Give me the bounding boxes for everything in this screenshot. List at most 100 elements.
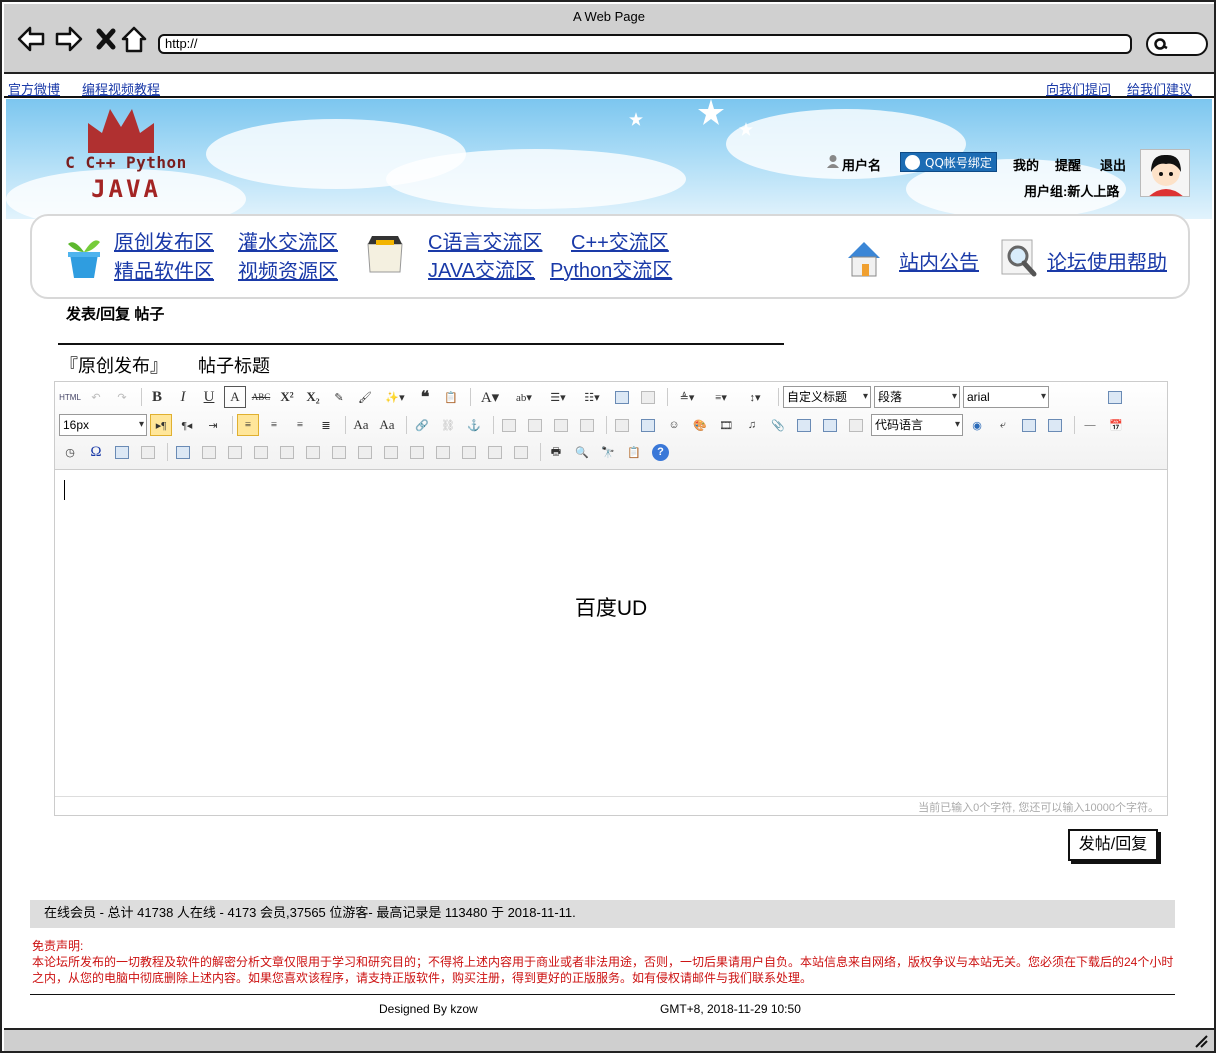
delete-row-icon[interactable]	[276, 441, 298, 463]
post-subject-label[interactable]: 帖子标题	[198, 352, 270, 378]
forward-arrow-icon[interactable]	[54, 24, 84, 54]
simple-upload-icon[interactable]	[611, 414, 633, 436]
merge-right-icon[interactable]	[380, 441, 402, 463]
subscript-icon[interactable]: X₂	[302, 386, 324, 408]
row-spacing-top-icon[interactable]: ≜▾	[672, 386, 702, 408]
background-color-icon[interactable]: ab▾	[509, 386, 539, 408]
merge-cells-icon[interactable]	[354, 441, 376, 463]
help-icon[interactable]: ?	[652, 443, 669, 461]
superscript-icon[interactable]: X²	[276, 386, 298, 408]
username-link[interactable]: 用户名	[842, 155, 881, 174]
line-height-icon[interactable]: ↕▾	[740, 386, 770, 408]
fullscreen-icon[interactable]	[1104, 386, 1126, 408]
page-break-icon[interactable]: ⤶	[992, 414, 1014, 436]
link-video-tutorials[interactable]: 编程视频教程	[82, 79, 160, 98]
bold-icon[interactable]: B	[146, 386, 168, 408]
time-icon[interactable]: ◷	[59, 441, 81, 463]
to-lowercase-icon[interactable]: Aa	[376, 414, 398, 436]
special-chars-icon[interactable]: Ω	[85, 441, 107, 463]
nav-cpp-forum[interactable]: C++交流区	[571, 226, 669, 255]
blockquote-icon[interactable]: ❝	[414, 386, 436, 408]
stop-icon[interactable]	[92, 24, 122, 54]
row-spacing-bottom-icon[interactable]: ≡▾	[706, 386, 736, 408]
insert-table-icon[interactable]	[172, 441, 194, 463]
insert-col-icon[interactable]	[302, 441, 324, 463]
select-all-icon[interactable]	[611, 386, 633, 408]
nav-java-forum[interactable]: JAVA交流区	[428, 254, 535, 283]
browser-search-box[interactable]	[1146, 32, 1208, 56]
image-right-icon[interactable]	[550, 414, 572, 436]
insert-row-icon[interactable]	[250, 441, 272, 463]
font-size-select[interactable]: 16px	[59, 414, 147, 436]
font-family-select[interactable]: arial	[963, 386, 1049, 408]
nav-announcements[interactable]: 站内公告	[899, 246, 979, 275]
site-logo[interactable]: C C++ Python JAVA	[56, 107, 206, 207]
insert-image-icon[interactable]	[637, 414, 659, 436]
home-icon[interactable]	[119, 24, 149, 54]
logout-link[interactable]: 退出	[1100, 155, 1126, 174]
unordered-list-icon[interactable]: ☷▾	[577, 386, 607, 408]
title-style-select[interactable]: 自定义标题	[783, 386, 871, 408]
qq-bind-button[interactable]: QQ帐号绑定	[900, 152, 997, 172]
horizontal-rule-icon[interactable]: —	[1079, 414, 1101, 436]
google-map-icon[interactable]	[819, 414, 841, 436]
insert-paragraph-before-table-icon[interactable]	[224, 441, 246, 463]
chart-icon[interactable]	[510, 441, 532, 463]
link-suggest[interactable]: 给我们建议	[1127, 79, 1192, 98]
nav-chat-forum[interactable]: 灌水交流区	[238, 226, 338, 255]
url-input[interactable]: http://	[158, 34, 1132, 54]
emotion-icon[interactable]: ☺	[663, 414, 685, 436]
drafts-icon[interactable]: 📋	[623, 441, 645, 463]
resize-grip-icon[interactable]	[1194, 1034, 1208, 1048]
nav-original-forum[interactable]: 原创发布区	[114, 226, 214, 255]
delete-col-icon[interactable]	[328, 441, 350, 463]
image-none-icon[interactable]	[498, 414, 520, 436]
nav-video-forum[interactable]: 视频资源区	[238, 255, 338, 284]
align-right-icon[interactable]: ≡	[289, 414, 311, 436]
search-replace-icon[interactable]: 🔭	[597, 441, 619, 463]
font-color-icon[interactable]: A▾	[475, 386, 505, 408]
scrawl-icon[interactable]: 🎨	[689, 414, 711, 436]
redo-icon[interactable]: ↷	[111, 386, 133, 408]
wordimage-icon[interactable]	[111, 441, 133, 463]
format-brush-icon[interactable]: 🖌	[354, 386, 376, 408]
unlink-icon[interactable]: ⛓	[437, 414, 459, 436]
split-cells-icon[interactable]	[432, 441, 454, 463]
template-icon[interactable]	[1018, 414, 1040, 436]
my-link[interactable]: 我的	[1013, 155, 1039, 174]
align-left-icon[interactable]: ≡	[237, 414, 259, 436]
image-left-icon[interactable]	[524, 414, 546, 436]
nav-python-forum[interactable]: Python交流区	[550, 254, 672, 283]
html-source-icon[interactable]: HTML	[59, 386, 81, 408]
rtl-direction-icon[interactable]: ¶◂	[176, 414, 198, 436]
music-icon[interactable]: ♫	[741, 414, 763, 436]
split-rows-icon[interactable]	[458, 441, 480, 463]
back-arrow-icon[interactable]	[16, 24, 46, 54]
auto-format-icon[interactable]: ✨▾	[380, 386, 410, 408]
paragraph-select[interactable]: 段落	[874, 386, 960, 408]
nav-software-forum[interactable]: 精品软件区	[114, 255, 214, 284]
print-icon[interactable]: 🖶	[545, 441, 567, 463]
remind-link[interactable]: 提醒	[1055, 155, 1081, 174]
link-icon[interactable]: 🔗	[411, 414, 433, 436]
map-icon[interactable]	[793, 414, 815, 436]
background-icon[interactable]	[1044, 414, 1066, 436]
merge-down-icon[interactable]	[406, 441, 428, 463]
snapscreen-icon[interactable]	[137, 441, 159, 463]
attachment-icon[interactable]: 📎	[767, 414, 789, 436]
preview-icon[interactable]: 🔍	[571, 441, 593, 463]
undo-icon[interactable]: ↶	[85, 386, 107, 408]
strikethrough-icon[interactable]: ABC	[250, 386, 272, 408]
align-center-icon[interactable]: ≡	[263, 414, 285, 436]
anchor-icon[interactable]: ⚓	[463, 414, 485, 436]
code-language-select[interactable]: 代码语言	[871, 414, 963, 436]
underline-icon[interactable]: U	[198, 386, 220, 408]
paste-plain-icon[interactable]: 📋	[440, 386, 462, 408]
submit-post-button[interactable]: 发帖/回复	[1068, 829, 1158, 861]
ltr-direction-icon[interactable]: ▸¶	[150, 414, 172, 436]
to-uppercase-icon[interactable]: Aa	[350, 414, 372, 436]
nav-c-forum[interactable]: C语言交流区	[428, 226, 542, 255]
link-ask-us[interactable]: 向我们提问	[1046, 79, 1111, 98]
editor-content-area[interactable]	[55, 471, 1167, 795]
web-app-icon[interactable]: ◉	[966, 414, 988, 436]
